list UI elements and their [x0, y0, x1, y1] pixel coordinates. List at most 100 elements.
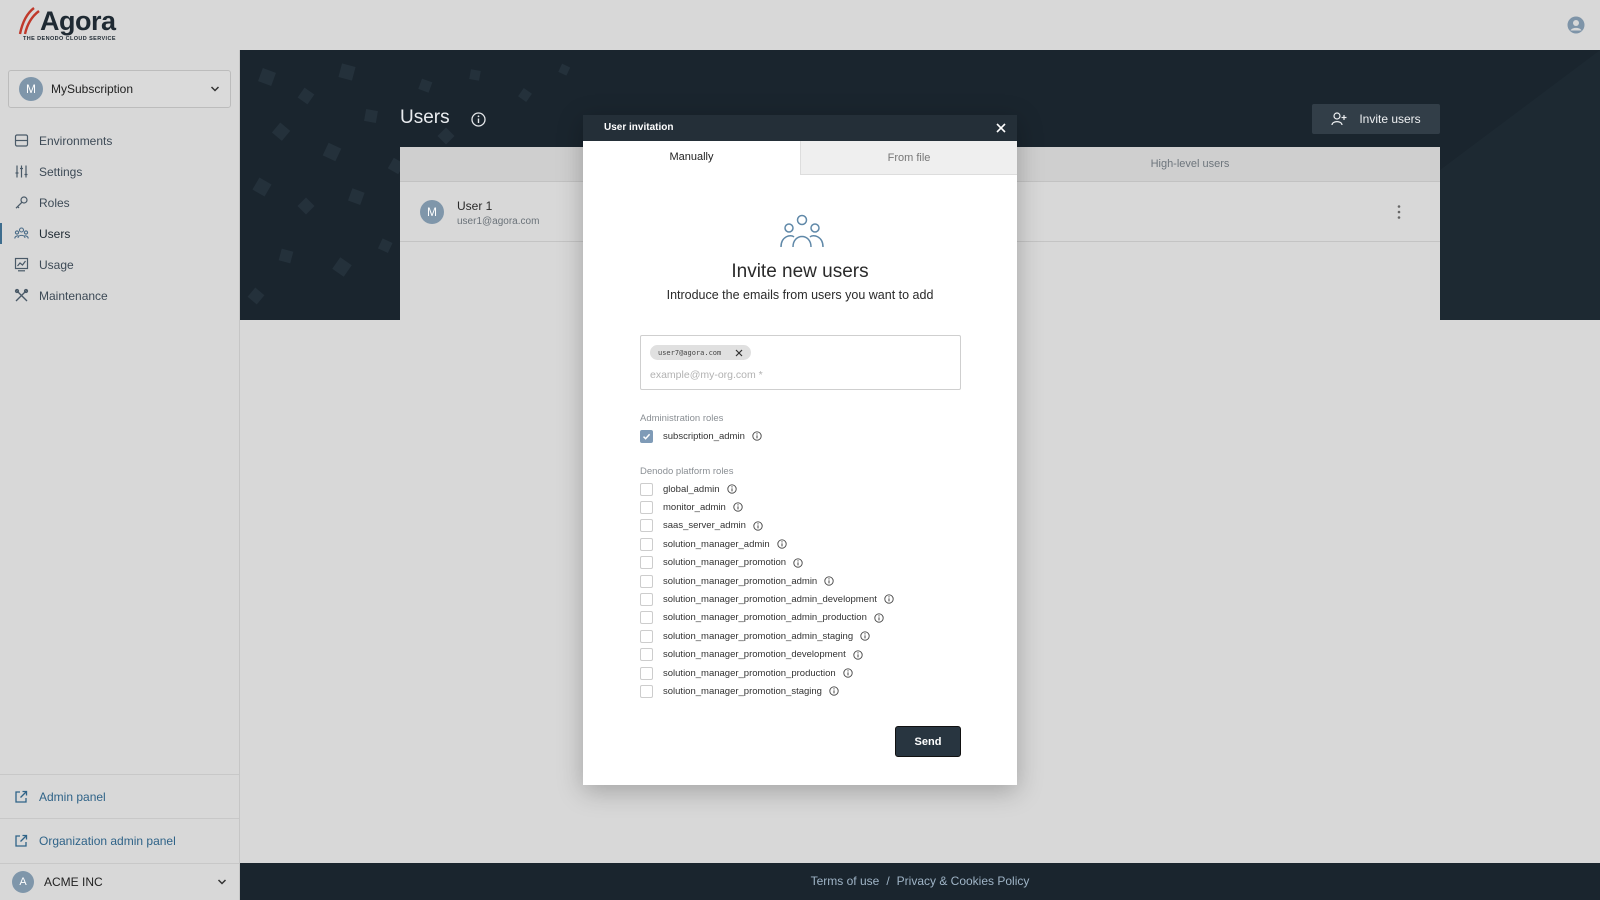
role-checkbox[interactable]: [640, 556, 653, 570]
sidebar-item-label: Usage: [39, 257, 74, 272]
close-icon[interactable]: [995, 122, 1007, 134]
sidebar-item-usage[interactable]: Usage: [0, 249, 239, 280]
role-option[interactable]: monitor_admin: [640, 500, 743, 514]
info-icon[interactable]: [824, 576, 834, 586]
top-bar: Agora THE DENODO CLOUD SERVICE: [0, 0, 1600, 50]
user-name: User 1: [457, 199, 493, 213]
server-icon: [14, 133, 29, 148]
role-option[interactable]: subscription_admin: [640, 429, 762, 443]
page-title: Users: [400, 107, 450, 128]
role-checkbox[interactable]: [640, 592, 653, 606]
role-label: saas_server_admin: [663, 520, 746, 532]
send-button[interactable]: Send: [895, 726, 961, 757]
user-email: user1@agora.com: [457, 216, 540, 227]
role-option[interactable]: solution_manager_admin: [640, 537, 787, 551]
subscription-selector[interactable]: M MySubscription: [8, 70, 231, 108]
role-option[interactable]: solution_manager_promotion_admin_develop…: [640, 592, 894, 606]
role-option[interactable]: solution_manager_promotion_admin_product…: [640, 611, 884, 625]
tab-manually[interactable]: Manually: [583, 141, 800, 175]
platform-roles-label: Denodo platform roles: [640, 466, 734, 477]
role-label: solution_manager_promotion_staging: [663, 685, 822, 697]
role-option[interactable]: solution_manager_promotion: [640, 556, 803, 570]
role-label: solution_manager_promotion_admin_product…: [663, 612, 867, 624]
role-checkbox[interactable]: [640, 611, 653, 625]
subscription-avatar: M: [19, 77, 43, 101]
organization-admin-panel-link[interactable]: Organization admin panel: [0, 818, 239, 862]
dialog-header: User invitation: [583, 115, 1017, 141]
brand-tagline: THE DENODO CLOUD SERVICE: [23, 36, 116, 42]
sidebar-item-environments[interactable]: Environments: [0, 125, 239, 156]
info-icon[interactable]: [829, 686, 839, 697]
role-option[interactable]: solution_manager_promotion_admin_staging: [640, 629, 870, 643]
agora-logo[interactable]: Agora THE DENODO CLOUD SERVICE: [16, 6, 126, 46]
role-checkbox[interactable]: [640, 629, 653, 643]
organization-avatar: A: [12, 871, 34, 893]
dialog-heading: Invite new users: [731, 261, 869, 282]
role-option[interactable]: solution_manager_promotion_admin: [640, 574, 834, 588]
role-label: subscription_admin: [663, 430, 745, 442]
role-checkbox[interactable]: [640, 519, 653, 533]
dialog-subheading: Introduce the emails from users you want…: [666, 288, 934, 302]
role-option[interactable]: global_admin: [640, 482, 737, 496]
add-user-icon: [1331, 111, 1347, 127]
role-checkbox[interactable]: [640, 429, 653, 443]
info-icon[interactable]: [733, 502, 743, 513]
dialog-title: User invitation: [604, 122, 674, 133]
role-checkbox[interactable]: [640, 500, 653, 514]
more-options-icon[interactable]: [1396, 204, 1402, 220]
user-circle-icon[interactable]: [1567, 16, 1585, 34]
role-option[interactable]: solution_manager_promotion_development: [640, 648, 863, 662]
email-input[interactable]: [650, 367, 950, 383]
email-chip: user7@agora.com: [650, 345, 752, 360]
privacy-policy-link[interactable]: Privacy & Cookies Policy: [897, 874, 1030, 888]
sidebar-item-label: Environments: [39, 133, 113, 148]
sidebar-item-users[interactable]: Users: [0, 218, 239, 249]
logo-mark-icon: [18, 7, 40, 35]
sidebar-item-label: Maintenance: [39, 288, 108, 303]
info-icon[interactable]: [753, 521, 763, 531]
role-option[interactable]: saas_server_admin: [640, 519, 763, 533]
chevron-down-icon: [210, 86, 220, 92]
role-checkbox[interactable]: [640, 648, 653, 662]
sidebar-item-settings[interactable]: Settings: [0, 156, 239, 187]
role-label: solution_manager_promotion_admin_develop…: [663, 593, 877, 605]
info-icon[interactable]: [860, 631, 870, 641]
admin-panel-link[interactable]: Admin panel: [0, 774, 239, 818]
invite-users-button[interactable]: Invite users: [1312, 104, 1440, 134]
tab-from-file[interactable]: From file: [800, 141, 1017, 175]
footer-separator: /: [886, 874, 890, 888]
invitation-tabs: Manually From file: [583, 141, 1017, 175]
sidebar-item-label: Settings: [39, 164, 83, 179]
info-icon[interactable]: [793, 557, 803, 568]
role-checkbox[interactable]: [640, 574, 653, 588]
info-icon[interactable]: [874, 613, 884, 623]
role-label: solution_manager_promotion_admin: [663, 575, 818, 587]
info-icon[interactable]: [853, 649, 863, 660]
info-icon[interactable]: [752, 431, 762, 441]
info-icon[interactable]: [726, 484, 737, 494]
role-label: monitor_admin: [663, 501, 726, 513]
role-checkbox[interactable]: [640, 482, 653, 496]
sidebar-item-roles[interactable]: Roles: [0, 187, 239, 218]
email-tags-field[interactable]: user7@agora.com: [640, 335, 961, 390]
info-icon[interactable]: [884, 594, 894, 605]
role-option[interactable]: solution_manager_promotion_production: [640, 666, 853, 680]
role-checkbox[interactable]: [640, 684, 653, 698]
info-icon[interactable]: [777, 539, 787, 549]
role-label: solution_manager_promotion_development: [663, 649, 846, 661]
info-icon[interactable]: [843, 668, 853, 678]
admin-panel-label: Admin panel: [39, 789, 106, 804]
sliders-icon: [14, 164, 29, 179]
role-option[interactable]: solution_manager_promotion_staging: [640, 684, 839, 698]
role-checkbox[interactable]: [640, 666, 653, 680]
sidebar-item-maintenance[interactable]: Maintenance: [0, 280, 239, 311]
remove-chip-icon[interactable]: [735, 349, 743, 357]
role-checkbox[interactable]: [640, 537, 653, 551]
organization-selector[interactable]: A ACME INC: [0, 863, 239, 900]
external-link-icon: [14, 790, 28, 804]
info-icon[interactable]: [471, 112, 486, 127]
role-label: solution_manager_promotion: [663, 557, 787, 569]
terms-of-use-link[interactable]: Terms of use: [811, 874, 880, 888]
organization-admin-panel-label: Organization admin panel: [39, 833, 176, 848]
tab-high-level-users[interactable]: High-level users: [1120, 158, 1260, 170]
